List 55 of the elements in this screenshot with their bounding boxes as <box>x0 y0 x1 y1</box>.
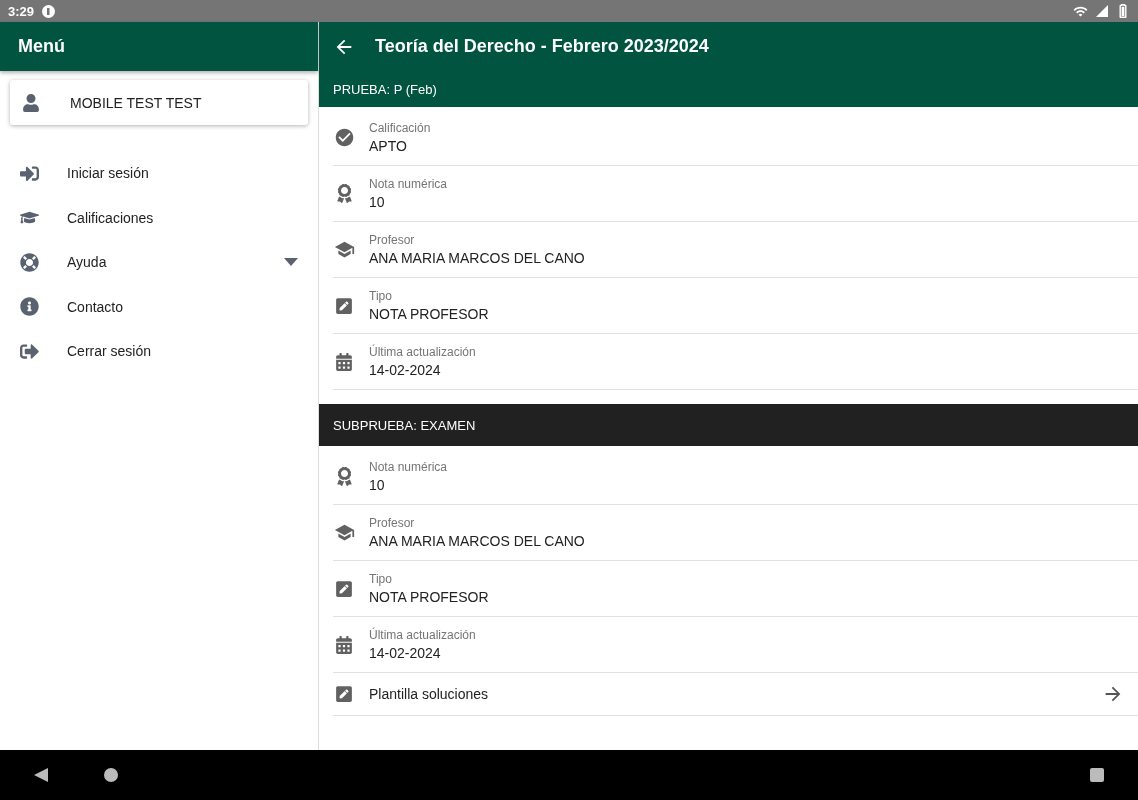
notification-icon <box>42 4 56 18</box>
page-title: Teoría del Derecho - Febrero 2023/2024 <box>375 36 709 57</box>
field-label: Profesor <box>369 233 416 247</box>
field-label: Última actualización <box>369 628 477 642</box>
menu-label: Contacto <box>67 298 125 315</box>
section-header: SUBPRUEBA: EXAMEN <box>319 404 1138 446</box>
field-value: 14-02-2024 <box>369 645 442 661</box>
edit-icon <box>335 296 353 315</box>
calendar-icon <box>335 635 353 654</box>
menu-item[interactable]: Cerrar sesión <box>0 329 318 374</box>
person-icon <box>22 93 40 112</box>
graduation-cap-icon <box>333 239 355 260</box>
graduation-cap-icon <box>333 522 355 543</box>
menu-item[interactable]: Ayuda <box>0 240 318 285</box>
menu-label: Iniciar sesión <box>67 165 150 182</box>
caret-icon <box>284 258 298 267</box>
field-label: Tipo <box>369 289 393 303</box>
field-value: APTO <box>369 138 408 154</box>
menu-item[interactable]: Iniciar sesión <box>0 151 318 196</box>
user-name: MOBILE TEST TEST <box>70 94 202 111</box>
award-icon <box>334 467 354 486</box>
field-value: NOTA PROFESOR <box>369 306 490 322</box>
field-value: ANA MARIA MARCOS DEL CANO <box>369 533 586 549</box>
field-label: Nota numérica <box>369 177 449 191</box>
menu-label: Cerrar sesión <box>67 343 153 360</box>
field-value: 10 <box>369 194 386 210</box>
info-icon <box>20 297 39 317</box>
status-time: 3:29 <box>8 3 35 19</box>
link-label: Plantilla soluciones <box>369 686 490 702</box>
lifebuoy-icon <box>20 252 39 272</box>
edit-icon <box>335 685 353 703</box>
drawer-title: Menú <box>18 36 65 57</box>
signal-icon <box>1096 5 1108 17</box>
home-nav-icon[interactable] <box>104 768 118 782</box>
menu-item[interactable]: Calificaciones <box>0 195 318 240</box>
field-label: Profesor <box>369 516 416 530</box>
calendar-icon <box>335 352 353 371</box>
menu-item[interactable]: Contacto <box>0 284 318 329</box>
field-value: ANA MARIA MARCOS DEL CANO <box>369 250 586 266</box>
field-value: 10 <box>369 477 386 493</box>
login-icon <box>20 163 39 183</box>
field-value: NOTA PROFESOR <box>369 589 490 605</box>
menu-label: Ayuda <box>67 254 108 271</box>
award-icon <box>334 184 354 203</box>
back-nav-icon[interactable] <box>34 768 48 782</box>
field-label: Última actualización <box>369 345 477 359</box>
section-header: PRUEBA: P (Feb) <box>319 71 1138 107</box>
field-value: 14-02-2024 <box>369 362 442 378</box>
field-label: Calificación <box>369 121 432 135</box>
logout-icon <box>20 341 39 361</box>
link-row[interactable]: Plantilla soluciones <box>333 673 1138 716</box>
field-label: Tipo <box>369 572 393 586</box>
field-label: Nota numérica <box>369 460 449 474</box>
edit-icon <box>335 579 353 598</box>
menu-label: Calificaciones <box>67 209 155 226</box>
